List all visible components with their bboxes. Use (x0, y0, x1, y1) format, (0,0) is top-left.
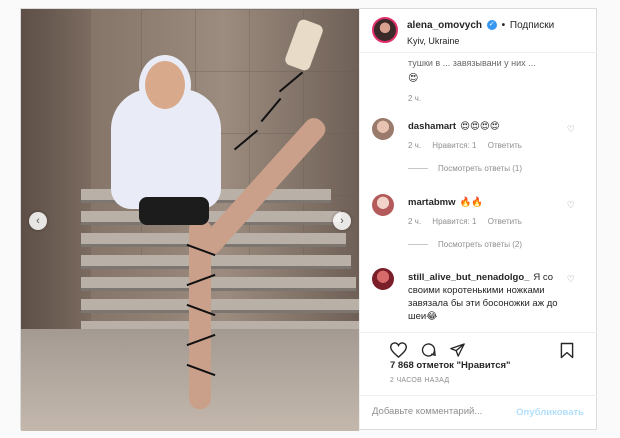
partial-comment-emoji: 😍 (408, 73, 419, 84)
reply-button[interactable]: Ответить (488, 141, 522, 150)
comment-meta: 2 ч. Нравится: 1 Ответить (408, 217, 531, 226)
view-replies-label: Посмотреть ответы (1) (438, 164, 523, 173)
following-button[interactable]: Подписки (510, 20, 554, 31)
commenter-username[interactable]: dashamart (408, 121, 456, 132)
comment-body: dashamart 😍😍😍😍 (408, 121, 500, 132)
bookmark-icon[interactable] (560, 342, 574, 363)
author-username[interactable]: alena_omovych (407, 20, 482, 31)
partial-comment-time: 2 ч. (408, 94, 422, 103)
like-heart-icon[interactable] (389, 342, 408, 362)
post-photo[interactable]: ‹ › (21, 9, 359, 431)
chevron-right-icon: › (340, 215, 344, 227)
replies-divider (408, 168, 428, 170)
author-avatar[interactable] (372, 17, 398, 43)
next-photo-button[interactable]: › (333, 212, 351, 230)
commenter-username[interactable]: martabmw (408, 197, 456, 208)
post-time-ago[interactable]: 2 ЧАСОВ НАЗАД (390, 377, 449, 384)
post-side-panel: alena_omovych ✓ • Подписки Kyiv, Ukraine… (359, 9, 597, 429)
comment-meta: 2 ч. Нравится: 1 Ответить (408, 141, 531, 150)
commenter-username[interactable]: still_alive_but_nenadolgo_ (408, 272, 529, 283)
comment-likes[interactable]: Нравится: 1 (432, 141, 476, 150)
comment-text: 😍😍😍😍 (460, 121, 500, 132)
post-header: alena_omovych ✓ • Подписки Kyiv, Ukraine (360, 9, 597, 53)
add-comment-bar: Опубликовать (360, 395, 597, 429)
author-username-row: alena_omovych ✓ • Подписки (407, 20, 554, 31)
publish-button[interactable]: Опубликовать (516, 407, 584, 418)
commenter-avatar[interactable] (372, 194, 394, 216)
view-replies-label: Посмотреть ответы (2) (438, 240, 523, 249)
comment-like-heart-icon[interactable]: ♡ (567, 274, 575, 285)
view-replies-button[interactable]: Посмотреть ответы (2) (408, 240, 522, 249)
comment-likes[interactable]: Нравится: 1 (432, 217, 476, 226)
post-location[interactable]: Kyiv, Ukraine (407, 36, 459, 46)
commenter-avatar[interactable] (372, 118, 394, 140)
likes-count[interactable]: 7 868 отметок "Нравится" (390, 360, 511, 371)
view-replies-button[interactable]: Посмотреть ответы (1) (408, 164, 522, 173)
replies-divider (408, 244, 428, 246)
comment-time[interactable]: 2 ч. (408, 141, 421, 150)
share-icon[interactable] (449, 342, 466, 362)
chevron-left-icon: ‹ (36, 215, 40, 227)
comment-time[interactable]: 2 ч. (408, 217, 421, 226)
comment-like-heart-icon[interactable]: ♡ (567, 200, 575, 211)
reply-button[interactable]: Ответить (488, 217, 522, 226)
comment-like-heart-icon[interactable]: ♡ (567, 124, 575, 135)
comment-icon[interactable] (420, 342, 437, 362)
commenter-avatar[interactable] (372, 268, 394, 290)
comment-body: still_alive_but_nenadolgo_ Я со своими ко… (408, 271, 573, 323)
comment-text: 🔥🔥 (459, 197, 484, 208)
instagram-post-modal: ‹ › alena_omovych ✓ • Подписки Kyiv, Ukr… (20, 8, 597, 431)
previous-photo-button[interactable]: ‹ (29, 212, 47, 230)
separator-dot: • (501, 20, 506, 31)
photo-head (139, 55, 191, 115)
partial-comment-text: тушки в ... завязывани у них ... (408, 58, 536, 68)
comment-body: martabmw 🔥🔥 (408, 197, 483, 208)
verified-badge-icon: ✓ (486, 20, 497, 31)
comments-list[interactable]: тушки в ... завязывани у них ... 😍 2 ч. … (360, 54, 597, 332)
comment-input[interactable] (372, 406, 512, 417)
photo-shorts (139, 197, 209, 225)
